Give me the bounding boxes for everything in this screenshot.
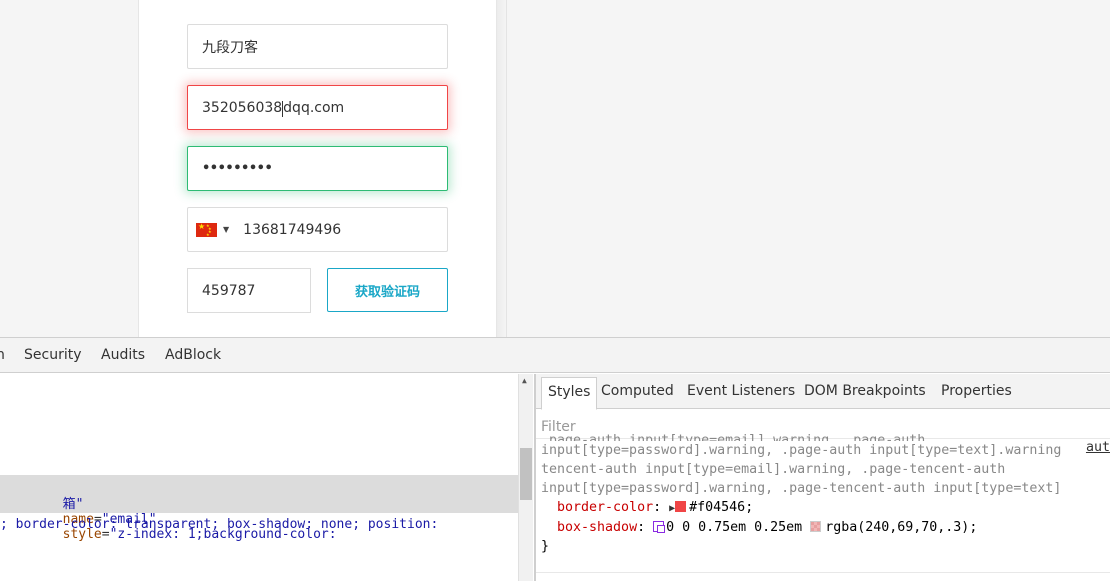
devtools-tabbar: n Security Audits AdBlock bbox=[0, 338, 1110, 373]
email-value-after: dqq.com bbox=[283, 99, 345, 116]
css-selector-line-3: input[type=password].warning, .page-tenc… bbox=[541, 481, 1062, 496]
tab-dom-breakpoints[interactable]: DOM Breakpoints bbox=[804, 383, 926, 399]
devtools-tab-audits[interactable]: Audits bbox=[101, 347, 145, 363]
css-prop-value-a: 0 0 0.75em 0.25em bbox=[666, 520, 803, 535]
phone-value: 13681749496 bbox=[243, 221, 342, 238]
country-dropdown-caret-icon[interactable]: ▼ bbox=[223, 225, 229, 234]
styles-pane: Styles Computed Event Listeners DOM Brea… bbox=[536, 374, 1110, 581]
verify-code-value: 459787 bbox=[202, 282, 256, 299]
attr-tail: 箱" bbox=[62, 497, 84, 512]
css-selector-line-0: .page-auth input[type=email].warning, .p… bbox=[541, 433, 926, 441]
scroll-thumb[interactable] bbox=[520, 448, 532, 500]
username-value: 九段刀客 bbox=[202, 39, 258, 56]
element-line-2[interactable]: ; border-color: transparent; box-shadow:… bbox=[0, 517, 438, 532]
scroll-up-arrow-icon[interactable]: ▲ bbox=[522, 376, 527, 385]
devtools-tab-adblock[interactable]: AdBlock bbox=[165, 347, 221, 363]
css-selector-line-2: tencent-auth input[type=email].warning, … bbox=[541, 462, 1006, 477]
color-swatch-icon[interactable] bbox=[675, 501, 687, 512]
password-dots: ••••••••• bbox=[202, 161, 273, 176]
screenshot-root: 九段刀客 352056038 dqq.com ••••••••• ★ ★ ★ ★ … bbox=[0, 0, 1110, 581]
css-property-box-shadow[interactable]: box-shadow: 0 0 0.75em 0.25em rgba(240,6… bbox=[541, 518, 1061, 537]
css-property-border-color[interactable]: border-color: ▶ #f04546; bbox=[541, 498, 1061, 518]
verify-code-input[interactable]: 459787 bbox=[187, 268, 311, 313]
rule-divider bbox=[536, 572, 1110, 573]
css-rule: .page-auth input[type=email].warning, .p… bbox=[541, 433, 1062, 556]
username-input[interactable]: 九段刀客 bbox=[187, 24, 448, 69]
tab-properties[interactable]: Properties bbox=[941, 383, 1012, 399]
css-selector-line-1: input[type=password].warning, .page-auth… bbox=[541, 443, 1062, 458]
get-code-button[interactable]: 获取验证码 bbox=[327, 268, 448, 312]
css-prop-name: box-shadow bbox=[557, 520, 638, 535]
devtools-panel: n Security Audits AdBlock 箱" name="email… bbox=[0, 337, 1110, 581]
devtools-tab-partial[interactable]: n bbox=[0, 347, 5, 363]
password-input[interactable]: ••••••••• bbox=[187, 146, 448, 191]
devtools-tab-security[interactable]: Security bbox=[24, 347, 82, 363]
css-source-link[interactable]: aut bbox=[1086, 440, 1110, 455]
tab-computed[interactable]: Computed bbox=[601, 383, 674, 399]
tab-styles[interactable]: Styles bbox=[541, 377, 598, 410]
china-flag-icon[interactable]: ★ ★ ★ ★ ★ bbox=[196, 222, 217, 237]
styles-tabbar: Styles Computed Event Listeners DOM Brea… bbox=[536, 374, 1110, 410]
shadow-editor-icon[interactable] bbox=[653, 521, 666, 533]
page-divider bbox=[506, 0, 507, 337]
rgba-swatch-icon[interactable] bbox=[810, 521, 822, 532]
tab-event-listeners[interactable]: Event Listeners bbox=[687, 383, 795, 399]
css-prop-value-b: rgba(240,69,70,.3) bbox=[825, 520, 970, 535]
elements-panel: 箱" name="email" style="z-index: 1;backgr… bbox=[0, 374, 534, 581]
email-value-before: 352056038 bbox=[202, 99, 283, 116]
phone-input[interactable]: ★ ★ ★ ★ ★ ▼ 13681749496 bbox=[187, 207, 448, 252]
css-prop-name: border-color bbox=[557, 500, 654, 515]
css-prop-value: #f04546 bbox=[689, 500, 746, 515]
css-close-brace: } bbox=[541, 539, 550, 554]
email-input[interactable]: 352056038 dqq.com bbox=[187, 85, 448, 130]
